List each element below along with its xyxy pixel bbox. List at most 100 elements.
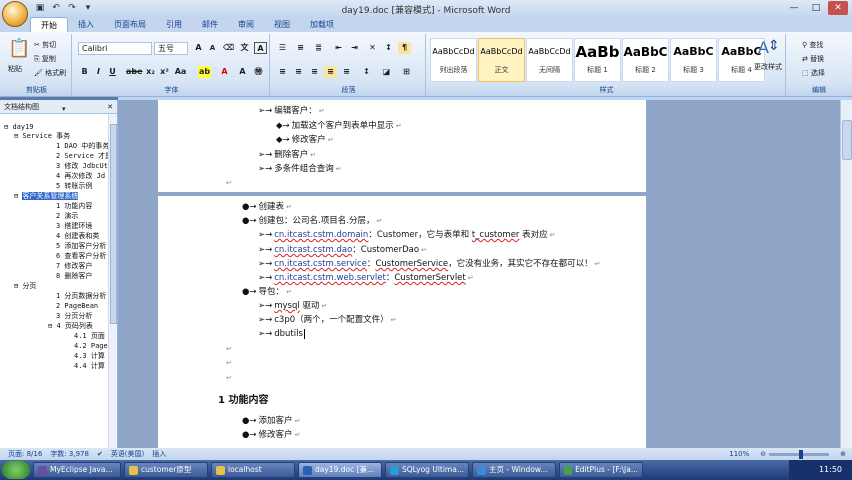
clear-format-icon[interactable]: ⌫	[222, 42, 235, 54]
tab-home[interactable]: 开始	[30, 17, 68, 32]
maximize-icon[interactable]: □	[806, 1, 826, 15]
nav-item[interactable]: 1 分页数据分析	[56, 291, 106, 301]
zoom-level[interactable]: 110%	[729, 448, 749, 460]
format-painter-button[interactable]: 🖌 格式刷	[34, 68, 66, 78]
style-normal[interactable]: AaBbCcDd 正文	[478, 38, 525, 82]
style-gallery-more-icon[interactable]: ⇕	[768, 38, 780, 54]
font-size-input[interactable]: 五号	[154, 42, 188, 55]
show-marks-icon[interactable]: ¶	[398, 42, 411, 54]
word-count[interactable]: 字数: 3,978	[50, 448, 89, 460]
nav-item[interactable]: 4.4 计算	[74, 361, 105, 371]
taskbar-item-folder[interactable]: customer原型	[124, 462, 208, 478]
cut-button[interactable]: ✂ 剪切	[34, 40, 56, 50]
font-color-icon[interactable]: A	[218, 66, 231, 78]
tab-view[interactable]: 视图	[264, 17, 300, 32]
distribute-icon[interactable]: ≡	[340, 66, 353, 78]
align-center-icon[interactable]: ≡	[292, 66, 305, 78]
page-count[interactable]: 页面: 8/16	[8, 448, 42, 460]
paste-button[interactable]: 粘贴	[8, 64, 22, 74]
taskbar-item-editplus[interactable]: EditPlus - [F:\Ja...	[559, 462, 643, 478]
start-button[interactable]	[2, 461, 30, 479]
style-heading-2[interactable]: AaBbC 标题 2	[622, 38, 669, 82]
sort-icon[interactable]: ↕	[382, 42, 395, 54]
tab-page-layout[interactable]: 页面布局	[104, 17, 156, 32]
nav-item[interactable]: 4 创建表和类	[56, 231, 99, 241]
paste-icon[interactable]: 📋	[8, 38, 30, 59]
page[interactable]: ●→ 创建表 ↵ ●→ 创建包：公司名.项目名.分层， ↵ ➢→ cn.itcast.cs…	[158, 196, 646, 448]
close-icon[interactable]: ✕	[828, 1, 848, 15]
nav-item[interactable]: 2 Service 才是	[56, 151, 112, 161]
language[interactable]: 英语(美国)	[111, 448, 144, 460]
clock[interactable]: 11:50	[819, 465, 842, 474]
superscript-icon[interactable]: x²	[158, 66, 171, 78]
numbering-icon[interactable]: ≡	[294, 42, 307, 54]
close-icon[interactable]: ✕	[107, 100, 113, 114]
nav-item[interactable]: 4.3 计算	[74, 351, 105, 361]
grow-font-icon[interactable]: A	[192, 42, 205, 54]
zoom-in-icon[interactable]: ⊕	[840, 448, 846, 460]
italic-icon[interactable]: I	[92, 66, 105, 78]
decrease-indent-icon[interactable]: ⇤	[332, 42, 345, 54]
nav-item[interactable]: ⊟ 4 页码列表	[48, 321, 93, 331]
shrink-font-icon[interactable]: A	[206, 42, 219, 54]
align-left-icon[interactable]: ≡	[276, 66, 289, 78]
nav-item[interactable]: 4.1 页面	[74, 331, 105, 341]
bold-icon[interactable]: B	[78, 66, 91, 78]
nav-item[interactable]: 3 修改 JdbcUt	[56, 161, 108, 171]
nav-item[interactable]: 4 再次修改 Jd	[56, 171, 105, 181]
zoom-slider[interactable]	[769, 449, 830, 459]
taskbar-item-myeclipse[interactable]: MyEclipse Java...	[33, 462, 121, 478]
phonetic-icon[interactable]: 文	[238, 42, 251, 54]
tab-references[interactable]: 引用	[156, 17, 192, 32]
nav-item[interactable]: 5 添加客户分析	[56, 241, 106, 251]
zoom-out-icon[interactable]: ⊖	[760, 448, 766, 460]
nav-item[interactable]: 2 演示	[56, 211, 78, 221]
nav-item-crm[interactable]: ⊟ 客户关系管理系统	[14, 191, 79, 201]
subscript-icon[interactable]: x₂	[144, 66, 157, 78]
nav-item[interactable]: 6 查看客户分析	[56, 251, 106, 261]
line-spacing-icon[interactable]: ↕	[360, 66, 373, 78]
nav-item[interactable]: ⊟ Service 事务	[14, 131, 70, 141]
tab-mailings[interactable]: 邮件	[192, 17, 228, 32]
tab-addins[interactable]: 加载项	[300, 17, 344, 32]
minimize-icon[interactable]: —	[784, 1, 804, 15]
change-case-icon[interactable]: Aa	[174, 66, 187, 78]
nav-item[interactable]: 4.2 Page	[74, 341, 108, 351]
underline-icon[interactable]: U	[106, 66, 119, 78]
scroll-thumb[interactable]	[842, 120, 852, 160]
align-right-icon[interactable]: ≡	[308, 66, 321, 78]
tab-review[interactable]: 审阅	[228, 17, 264, 32]
char-border-icon[interactable]: A	[254, 42, 267, 54]
justify-icon[interactable]: ≡	[324, 66, 337, 78]
taskbar-item-sqlyog[interactable]: SQLyog Ultima...	[385, 462, 469, 478]
nav-item[interactable]: 1 DAO 中的事务	[56, 141, 109, 151]
nav-item[interactable]: 3 分页分析	[56, 311, 92, 321]
bullets-icon[interactable]: ☰	[276, 42, 289, 54]
insert-mode[interactable]: 插入	[152, 448, 166, 460]
taskbar-item-folder[interactable]: localhost	[211, 462, 295, 478]
scroll-thumb[interactable]	[110, 124, 117, 324]
nav-item[interactable]: 3 搭建环境	[56, 221, 92, 231]
office-button[interactable]	[2, 1, 28, 27]
select-button[interactable]: ⬚ 选择	[802, 68, 825, 78]
find-button[interactable]: ⚲ 查找	[802, 40, 823, 50]
increase-indent-icon[interactable]: ⇥	[348, 42, 361, 54]
vertical-scrollbar[interactable]	[840, 100, 852, 448]
copy-button[interactable]: ⎘ 复制	[34, 54, 56, 64]
shading-icon[interactable]: ◪	[380, 66, 393, 78]
nav-item[interactable]: 2 PageBean	[56, 301, 98, 311]
taskbar-item-word[interactable]: day19.doc [兼...	[298, 462, 382, 478]
chevron-down-icon[interactable]: ▾	[62, 102, 72, 113]
font-name-input[interactable]: Calibri	[78, 42, 152, 55]
taskbar-item-browser[interactable]: 主页 - Window...	[472, 462, 556, 478]
chinese-layout-icon[interactable]: ✕	[366, 42, 379, 54]
highlight-icon[interactable]: ab	[198, 66, 211, 78]
style-list-paragraph[interactable]: AaBbCcDd 列出段落	[430, 38, 477, 82]
multilevel-list-icon[interactable]: ≣	[312, 42, 325, 54]
spelling-icon[interactable]: ✔	[97, 448, 103, 460]
nav-item[interactable]: 7 修改客户	[56, 261, 92, 271]
page[interactable]: ➢→ 编辑客户： ↵ ◆→ 加载这个客户到表单中显示 ↵ ◆→ 修改客户 ↵ ➢→ 删除客户 ↵…	[158, 100, 646, 192]
document-area[interactable]: ➢→ 编辑客户： ↵ ◆→ 加载这个客户到表单中显示 ↵ ◆→ 修改客户 ↵ ➢→ 删除客户 ↵…	[118, 100, 840, 448]
nav-item-paging[interactable]: ⊟ 分页	[14, 281, 36, 291]
strikethrough-icon[interactable]: abe	[126, 66, 143, 78]
